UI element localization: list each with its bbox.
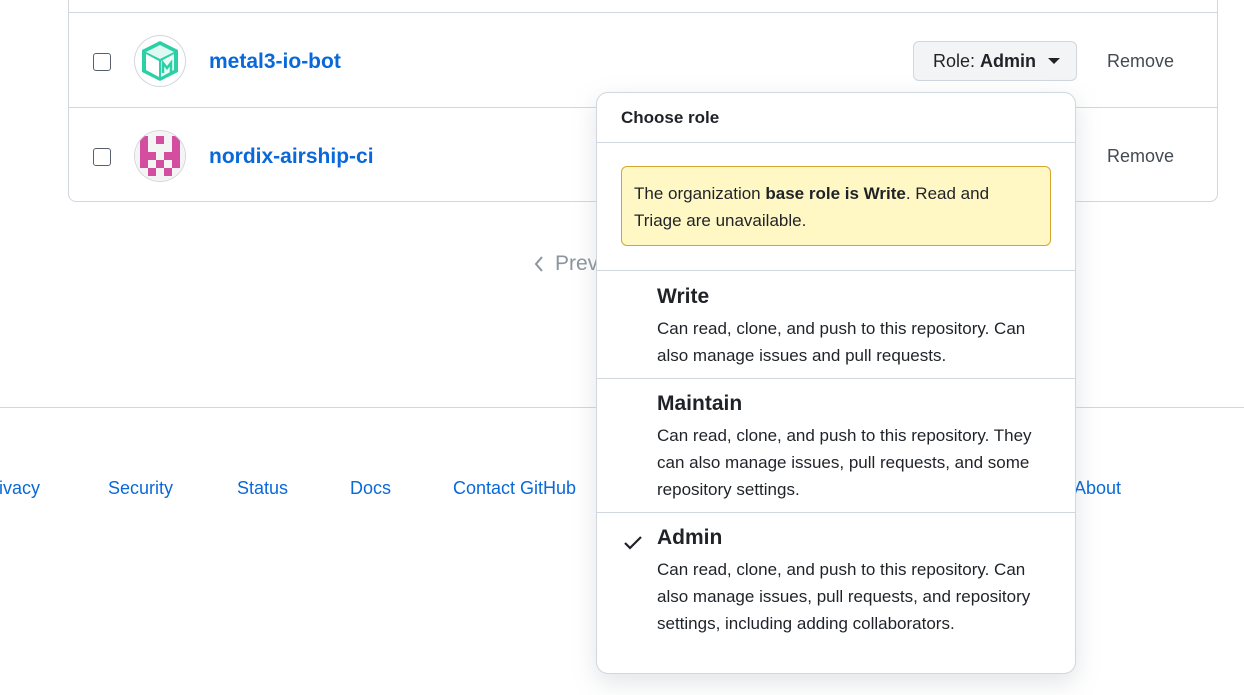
role-option-admin[interactable]: Admin Can read, clone, and push to this …	[597, 513, 1075, 673]
role-option-description: Can read, clone, and push to this reposi…	[657, 426, 1032, 499]
remove-button[interactable]: Remove	[1107, 51, 1174, 72]
pagination-prev-label: Prev	[555, 252, 599, 275]
base-role-notice: The organization base role is Write. Rea…	[621, 166, 1051, 246]
role-option-description: Can read, clone, and push to this reposi…	[657, 560, 1031, 633]
chevron-left-icon	[534, 256, 543, 272]
member-username[interactable]: metal3-io-bot	[209, 50, 341, 74]
divider	[597, 142, 1075, 143]
role-prefix-label: Role:	[933, 50, 976, 71]
role-select-menu: Choose role The organization base role i…	[596, 92, 1076, 674]
pagination-prev[interactable]: Prev	[533, 252, 598, 276]
identicon-icon	[135, 131, 185, 181]
check-icon	[624, 536, 642, 550]
select-checkbox[interactable]	[93, 53, 111, 71]
member-username[interactable]: nordix-airship-ci	[209, 145, 374, 169]
role-option-write[interactable]: Write Can read, clone, and push to this …	[597, 271, 1075, 378]
notice-text-bold: base role is Write	[765, 184, 906, 203]
footer-link-docs[interactable]: Docs	[350, 478, 391, 499]
remove-button[interactable]: Remove	[1107, 146, 1174, 167]
role-option-description: Can read, clone, and push to this reposi…	[657, 319, 1026, 365]
footer-link-privacy[interactable]: rivacy	[0, 478, 40, 499]
role-option-maintain[interactable]: Maintain Can read, clone, and push to th…	[597, 379, 1075, 512]
footer-link-about[interactable]: About	[1074, 478, 1121, 499]
metal3-logo-icon	[142, 41, 178, 81]
footer-link-contact[interactable]: Contact GitHub	[453, 478, 576, 499]
caret-down-icon	[1048, 58, 1061, 64]
avatar[interactable]	[135, 36, 185, 86]
role-option-label: Admin	[657, 526, 723, 549]
notice-text-prefix: The organization	[634, 184, 766, 203]
select-checkbox[interactable]	[93, 148, 111, 166]
avatar[interactable]	[135, 131, 185, 181]
role-value: Admin	[980, 50, 1037, 71]
role-option-label: Maintain	[657, 392, 743, 415]
role-option-label: Write	[657, 285, 710, 308]
role-dropdown-button[interactable]: Role: Admin	[913, 41, 1077, 81]
footer-link-status[interactable]: Status	[237, 478, 288, 499]
menu-title: Choose role	[621, 108, 720, 127]
footer-link-security[interactable]: Security	[108, 478, 173, 499]
